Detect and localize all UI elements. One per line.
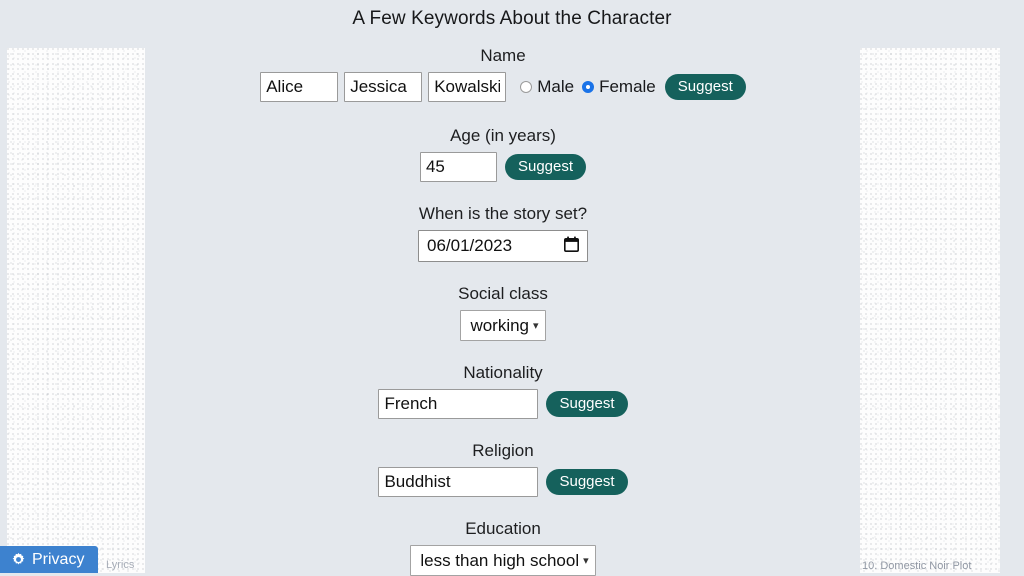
story-date-input[interactable]: 06/01/2023 <box>418 230 588 262</box>
gender-female-label: Female <box>599 77 656 96</box>
page-title: A Few Keywords About the Character <box>352 8 672 29</box>
education-value: less than high school <box>420 550 580 570</box>
suggest-religion-button[interactable]: Suggest <box>546 469 628 495</box>
education-label: Education <box>465 519 541 538</box>
name-label: Name <box>480 46 526 65</box>
age-controls: Suggest <box>419 152 587 182</box>
gender-male-label: Male <box>537 77 575 96</box>
chevron-down-icon[interactable]: ▾ <box>583 556 589 567</box>
field-group-religion: Religion Suggest <box>146 441 860 497</box>
field-group-story-date: When is the story set? 06/01/2023 <box>146 204 860 262</box>
gender-radio-male[interactable]: Male <box>520 77 574 97</box>
education-select[interactable]: less than high school ▾ <box>410 545 596 576</box>
ad-caption-right: 10. Domestic Noir Plot <box>862 560 972 572</box>
last-name-input[interactable] <box>428 72 507 102</box>
radio-indicator-female[interactable] <box>582 81 595 93</box>
social-class-select[interactable]: working ▾ <box>460 310 546 341</box>
middle-name-input[interactable] <box>344 72 423 102</box>
nationality-label: Nationality <box>463 363 543 382</box>
calendar-icon[interactable] <box>564 236 579 257</box>
social-class-value: working <box>470 315 530 335</box>
ad-panel-right <box>860 48 1000 573</box>
story-date-value: 06/01/2023 <box>427 236 513 255</box>
story-date-label: When is the story set? <box>418 204 588 223</box>
religion-input[interactable] <box>378 467 539 497</box>
field-group-name: Name Male Female Suggest <box>146 46 860 102</box>
radio-indicator-male[interactable] <box>520 81 533 93</box>
suggest-age-button[interactable]: Suggest <box>504 154 587 180</box>
field-group-education: Education less than high school ▾ <box>146 519 860 576</box>
social-class-label: Social class <box>458 284 548 303</box>
field-group-age: Age (in years) Suggest <box>146 126 860 182</box>
age-label: Age (in years) <box>450 126 556 145</box>
age-input[interactable] <box>419 152 497 182</box>
nationality-controls: Suggest <box>378 389 628 419</box>
nationality-input[interactable] <box>378 389 539 419</box>
gender-radio-female[interactable]: Female <box>582 77 656 97</box>
privacy-label: Privacy <box>32 550 85 568</box>
privacy-badge[interactable]: Privacy <box>0 546 99 573</box>
religion-label: Religion <box>472 441 534 460</box>
field-group-nationality: Nationality Suggest <box>146 363 860 419</box>
name-controls: Male Female Suggest <box>260 72 746 102</box>
character-keywords-form: Name Male Female Suggest Age (in years) … <box>146 46 860 576</box>
suggest-nationality-button[interactable]: Suggest <box>546 391 628 417</box>
chevron-down-icon[interactable]: ▾ <box>533 321 539 332</box>
field-group-social-class: Social class working ▾ <box>146 284 860 341</box>
ad-caption-left: Lyrics <box>106 559 135 571</box>
gear-icon <box>11 552 26 567</box>
first-name-input[interactable] <box>260 72 339 102</box>
suggest-name-button[interactable]: Suggest <box>664 74 746 100</box>
ad-panel-left <box>7 48 145 573</box>
religion-controls: Suggest <box>378 467 628 497</box>
